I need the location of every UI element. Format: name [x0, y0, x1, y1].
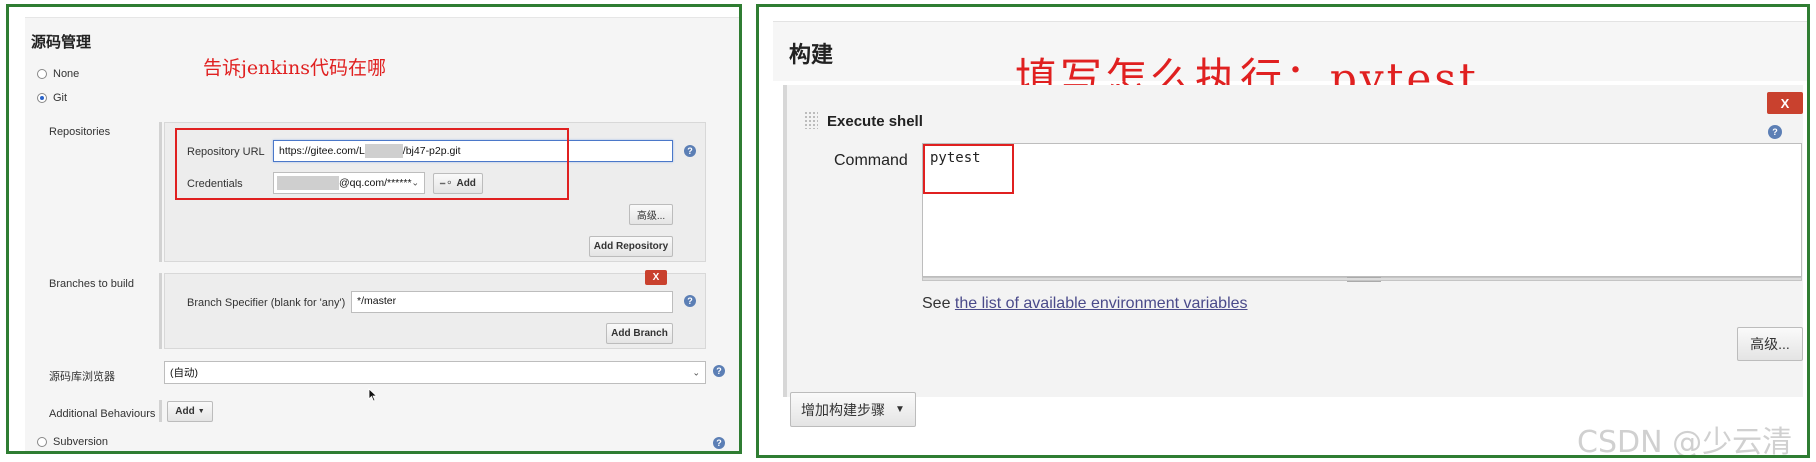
branch-specifier-label: Branch Specifier (blank for 'any'): [187, 297, 346, 309]
caret-down-icon: ▼: [197, 408, 205, 415]
step-advanced-button[interactable]: 高级...: [1737, 327, 1803, 361]
branches-label: Branches to build: [49, 278, 134, 290]
scm-option-subversion-label: Subversion: [53, 436, 109, 448]
browser-value: (自动): [170, 367, 198, 379]
drag-handle-icon[interactable]: [804, 111, 818, 129]
scm-option-none-label: None: [53, 68, 80, 80]
caret-down-icon: ▼: [895, 404, 905, 415]
radio-subversion[interactable]: [37, 437, 47, 447]
additional-add-button[interactable]: Add ▼: [167, 401, 213, 422]
chevron-down-icon: ⌄: [692, 367, 700, 377]
additional-indent-bar: [159, 400, 162, 422]
browser-select[interactable]: (自动) ⌄: [164, 361, 706, 384]
help-icon[interactable]: ?: [713, 365, 725, 377]
see-text: See: [922, 295, 951, 312]
scm-panel: 源码管理 告诉jenkins代码在哪 None Git Repositories…: [6, 4, 742, 454]
browser-label: 源码库浏览器: [49, 371, 115, 383]
delete-step-button[interactable]: X: [1767, 92, 1803, 114]
delete-branch-button[interactable]: X: [645, 270, 667, 285]
scm-option-git-label: Git: [53, 92, 68, 104]
watermark: CSDN @少云清: [1577, 425, 1793, 458]
help-icon[interactable]: ?: [684, 295, 696, 307]
command-textarea[interactable]: pytest: [922, 143, 1802, 277]
mouse-cursor-icon: [368, 388, 378, 402]
additional-behaviours-label: Additional Behaviours: [49, 408, 156, 420]
help-icon[interactable]: ?: [713, 437, 725, 449]
env-vars-link[interactable]: the list of available environment variab…: [955, 295, 1248, 312]
help-icon[interactable]: ?: [684, 145, 696, 157]
highlight-repository-box: [175, 128, 569, 200]
scm-option-git[interactable]: Git: [37, 92, 67, 104]
build-panel: 构建 填写怎么执行：pytest Execute shell X ? Comma…: [756, 4, 1810, 458]
add-branch-button[interactable]: Add Branch: [606, 323, 673, 344]
branch-specifier-input[interactable]: */master: [351, 291, 673, 313]
add-build-step-button[interactable]: 增加构建步骤 ▼: [790, 392, 916, 427]
execute-shell-title: Execute shell: [827, 113, 923, 130]
scm-annotation: 告诉jenkins代码在哪: [203, 57, 386, 79]
add-repository-button[interactable]: Add Repository: [589, 236, 673, 257]
help-icon[interactable]: ?: [1768, 125, 1782, 139]
repositories-label: Repositories: [49, 126, 111, 138]
add-build-step-label: 增加构建步骤: [801, 401, 886, 418]
branches-indent-bar: [159, 273, 162, 349]
env-vars-line: See the list of available environment va…: [922, 295, 1248, 313]
build-section-title: 构建: [789, 42, 834, 67]
resize-grip-icon[interactable]: [1347, 277, 1381, 282]
radio-none[interactable]: [37, 69, 47, 79]
additional-add-label: Add: [175, 406, 195, 417]
scm-option-subversion[interactable]: Subversion: [37, 436, 108, 448]
command-label: Command: [834, 152, 908, 169]
radio-git[interactable]: [37, 93, 47, 103]
scm-section-title: 源码管理: [31, 34, 92, 51]
repository-advanced-button[interactable]: 高级...: [629, 204, 673, 225]
repositories-indent-bar: [159, 122, 162, 262]
highlight-command-box: [923, 144, 1014, 194]
scm-option-none[interactable]: None: [37, 68, 79, 80]
